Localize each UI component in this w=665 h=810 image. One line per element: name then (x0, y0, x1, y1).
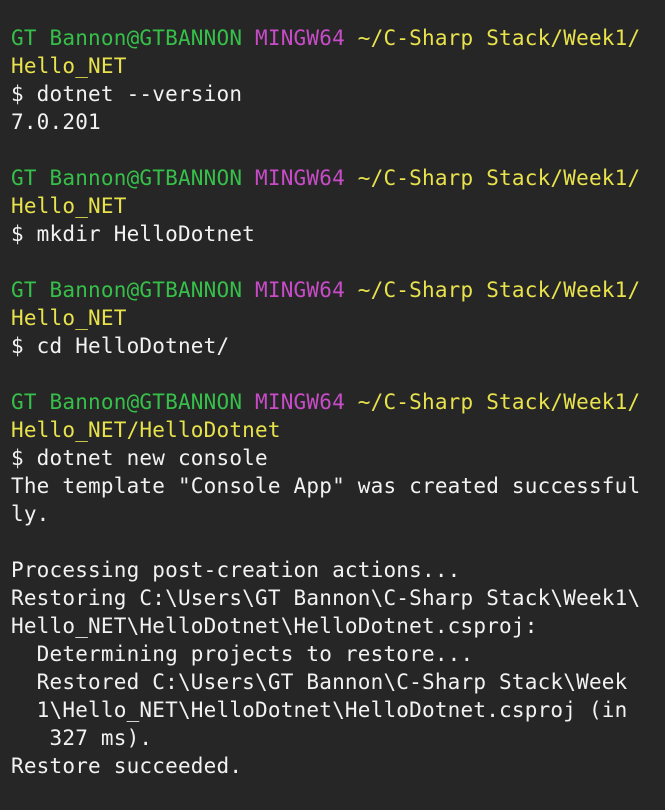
output-line: ly. (11, 502, 50, 526)
terminal-window[interactable]: GT Bannon@GTBANNON MINGW64 ~/C-Sharp Sta… (0, 0, 665, 810)
prompt-path-continued: Hello_NET (11, 194, 127, 218)
command-line: $ mkdir HelloDotnet (11, 222, 256, 246)
prompt-path-continued: Hello_NET (11, 306, 127, 330)
output-line: Restored C:\Users\GT Bannon\C-Sharp Stac… (11, 670, 628, 694)
output-line: Determining projects to restore... (11, 642, 474, 666)
prompt-line: GT Bannon@GTBANNON MINGW64 ~/C-Sharp Sta… (11, 164, 665, 192)
command-line: $ dotnet --version (11, 82, 243, 106)
prompt-shell: MINGW64 (255, 278, 345, 302)
command-line: $ dotnet new console (11, 446, 268, 470)
output-line: The template "Console App" was created s… (11, 474, 641, 498)
prompt-shell: MINGW64 (255, 166, 345, 190)
prompt-shell: MINGW64 (255, 26, 345, 50)
output-line: 327 ms). (11, 726, 153, 750)
prompt-path: ~/C-Sharp Stack/Week1/ (357, 26, 641, 50)
prompt-path-continued: Hello_NET (11, 54, 127, 78)
prompt-path: ~/C-Sharp Stack/Week1/ (357, 278, 641, 302)
prompt-user: GT Bannon@GTBANNON (11, 390, 243, 414)
command-line: $ cd HelloDotnet/ (11, 334, 230, 358)
output-line: Processing post-creation actions... (11, 558, 461, 582)
output-line: Restore succeeded. (11, 754, 243, 778)
prompt-user: GT Bannon@GTBANNON (11, 26, 243, 50)
prompt-path: ~/C-Sharp Stack/Week1/ (357, 390, 641, 414)
output-line: 7.0.201 (11, 110, 101, 134)
prompt-user: GT Bannon@GTBANNON (11, 278, 243, 302)
prompt-path: ~/C-Sharp Stack/Week1/ (357, 166, 641, 190)
prompt-line: GT Bannon@GTBANNON MINGW64 ~/C-Sharp Sta… (11, 388, 665, 416)
prompt-line: GT Bannon@GTBANNON MINGW64 ~/C-Sharp Sta… (11, 276, 665, 304)
prompt-user: GT Bannon@GTBANNON (11, 166, 243, 190)
output-line: 1\Hello_NET\HelloDotnet\HelloDotnet.cspr… (11, 698, 628, 722)
prompt-path-continued: Hello_NET/HelloDotnet (11, 418, 281, 442)
output-line: Restoring C:\Users\GT Bannon\C-Sharp Sta… (11, 586, 641, 610)
prompt-shell: MINGW64 (255, 390, 345, 414)
output-line: Hello_NET\HelloDotnet\HelloDotnet.csproj… (11, 614, 538, 638)
prompt-line: GT Bannon@GTBANNON MINGW64 ~/C-Sharp Sta… (11, 24, 665, 52)
